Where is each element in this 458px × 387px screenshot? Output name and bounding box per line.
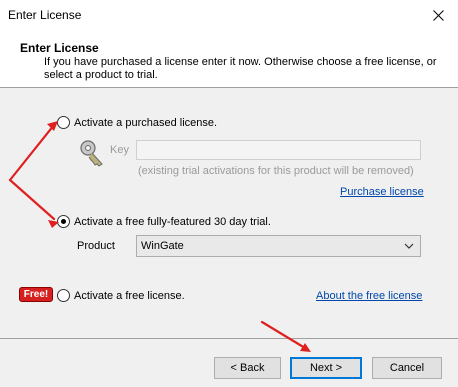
purchase-license-link[interactable]: Purchase license: [340, 186, 424, 198]
page-description: If you have purchased a license enter it…: [44, 56, 437, 81]
radio-purchased-license[interactable]: Activate a purchased license.: [57, 116, 217, 129]
close-button[interactable]: [418, 0, 458, 30]
product-select-value: WinGate: [141, 240, 184, 252]
radio-trial-indicator[interactable]: [57, 215, 70, 228]
radio-free-indicator[interactable]: [57, 289, 70, 302]
radio-free-license[interactable]: Activate a free license.: [57, 289, 185, 302]
close-icon: [432, 9, 444, 21]
key-icon: [80, 140, 103, 167]
free-badge: Free!: [19, 287, 53, 302]
title-bar: Enter License: [0, 0, 458, 33]
radio-purchased-label: Activate a purchased license.: [74, 116, 218, 129]
page-title: Enter License: [20, 41, 99, 55]
key-note: (existing trial activations for this pro…: [138, 165, 414, 177]
radio-trial-label: Activate a free fully-featured 30 day tr…: [74, 215, 271, 228]
window-title: Enter License: [8, 8, 82, 22]
radio-free-label: Activate a free license.: [74, 289, 185, 302]
product-select[interactable]: WinGate: [136, 235, 421, 257]
free-license-link[interactable]: About the free license: [316, 290, 422, 302]
radio-trial[interactable]: Activate a free fully-featured 30 day tr…: [57, 215, 271, 228]
chevron-down-icon: [404, 243, 414, 249]
radio-purchased-indicator[interactable]: [57, 116, 70, 129]
wizard-header: Enter License If you have purchased a li…: [0, 33, 458, 88]
key-input[interactable]: [136, 140, 421, 160]
cancel-button[interactable]: Cancel: [372, 357, 442, 379]
product-label: Product: [77, 240, 115, 252]
next-button[interactable]: Next >: [290, 357, 362, 379]
back-button[interactable]: < Back: [214, 357, 281, 379]
key-label: Key: [110, 144, 129, 156]
